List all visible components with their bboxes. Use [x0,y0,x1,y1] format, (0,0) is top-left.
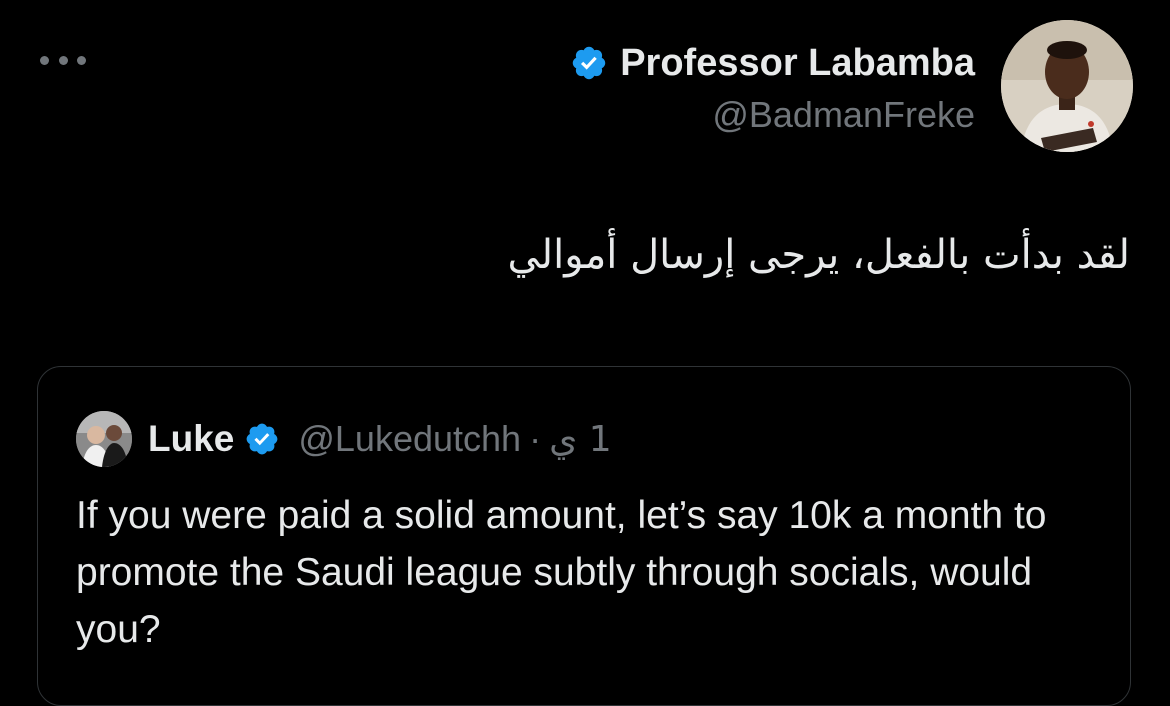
tweet-author[interactable]: Professor Labamba @BadmanFreke [570,40,975,136]
more-dot-icon [77,55,86,65]
tweet-text: لقد بدأت بالفعل، يرجى إرسال أموالي [507,232,1130,278]
author-display-name[interactable]: Professor Labamba [620,42,975,85]
quoted-timestamp[interactable]: 1 ي [549,419,612,460]
more-dot-icon [40,55,49,65]
verified-badge-icon [572,46,606,80]
avatar-image [1001,20,1133,152]
author-avatar[interactable] [1001,20,1133,152]
author-handle[interactable]: @BadmanFreke [570,94,975,136]
meta-separator: · [529,418,542,459]
verified-badge-icon [246,423,278,455]
quoted-author-avatar[interactable] [76,411,132,467]
quoted-tweet-text: If you were paid a solid amount, let’s s… [76,494,1047,651]
quoted-tweet-header: Luke @Lukedutchh · 1 ي [76,411,612,467]
quoted-display-name[interactable]: Luke [148,418,234,460]
avatar-image [76,411,132,467]
more-dot-icon [58,55,68,65]
author-name-row: Professor Labamba [570,40,975,86]
quoted-handle[interactable]: @Lukedutchh [298,418,521,460]
more-options-button[interactable] [40,50,86,70]
quoted-tweet-card[interactable]: Luke @Lukedutchh · 1 ي If you were paid … [37,366,1131,706]
